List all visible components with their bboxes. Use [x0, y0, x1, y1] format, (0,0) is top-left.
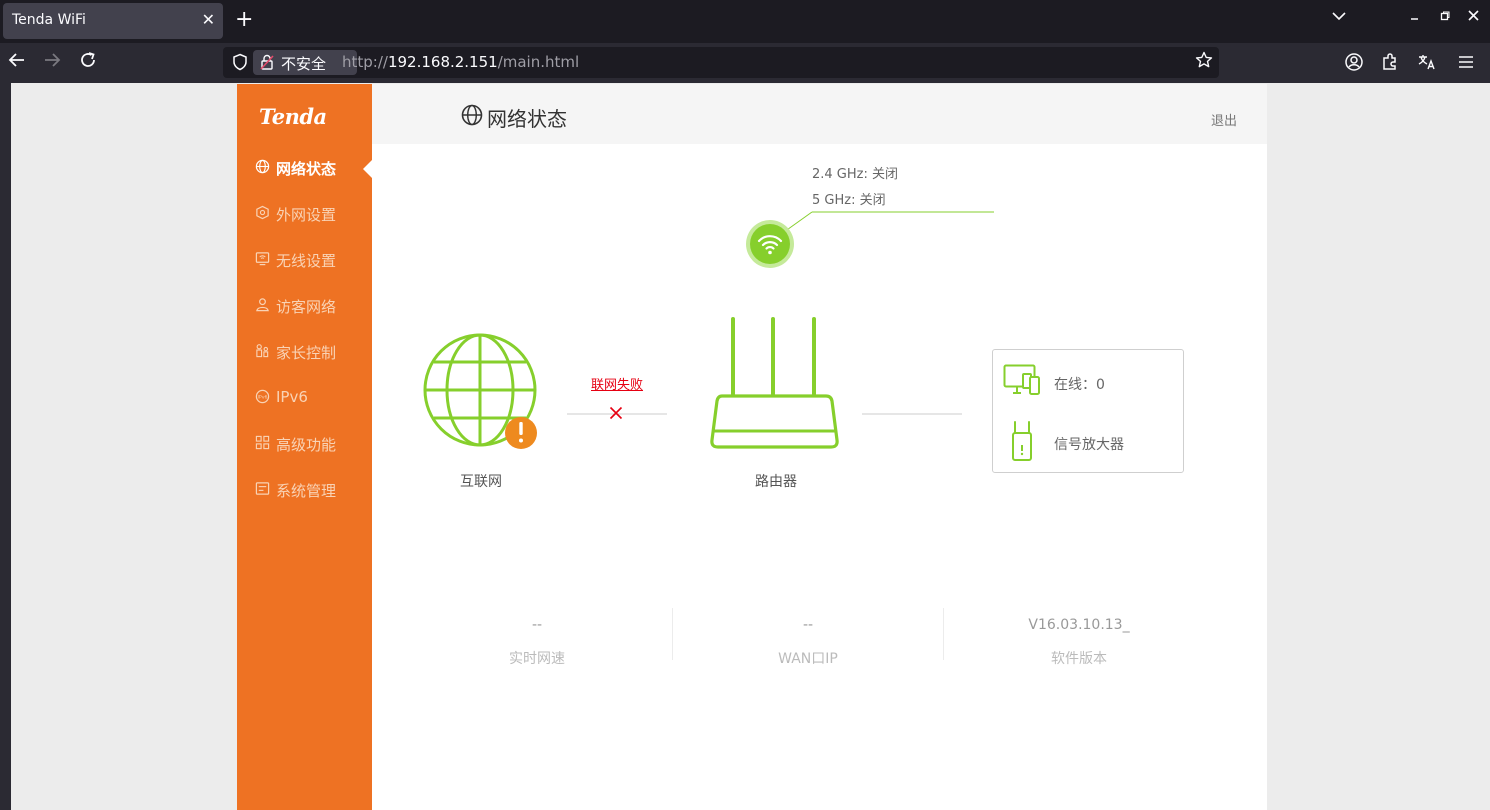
- sidebar-item-label: 网络状态: [276, 160, 337, 178]
- disconnected-x-icon: [609, 406, 623, 420]
- browser-nav-bar: 不安全 http://192.168.2.151/main.html: [0, 43, 1490, 83]
- parent-icon: [256, 344, 269, 358]
- tab-title: Tenda WiFi: [12, 12, 86, 28]
- tenda-logo: Tenda: [259, 104, 327, 129]
- realtime-speed-label: 实时网速: [509, 651, 565, 667]
- translate-icon[interactable]: [1416, 52, 1438, 74]
- devices-icon: [1003, 364, 1040, 395]
- sidebar-item-label: IPv6: [276, 388, 308, 406]
- repeater-icon: [1012, 421, 1032, 461]
- extensions-icon[interactable]: [1379, 52, 1401, 74]
- star-icon[interactable]: [1195, 51, 1213, 73]
- grid-icon: [255, 435, 270, 450]
- sidebar-item-label: 外网设置: [276, 206, 337, 224]
- close-tab-icon[interactable]: ✕: [202, 10, 215, 29]
- lock-icon: [260, 54, 274, 70]
- browser-tab-bar: Tenda WiFi ✕ +: [0, 0, 1490, 43]
- firmware-version-label: 软件版本: [1051, 651, 1107, 667]
- account-icon[interactable]: [1343, 52, 1365, 74]
- forward-icon[interactable]: [43, 51, 61, 75]
- sidebar-item-network-status[interactable]: 网络状态: [255, 156, 372, 180]
- router-icon: [710, 317, 839, 449]
- sidebar-item-label: 高级功能: [276, 436, 337, 454]
- sidebar-item-label: 系统管理: [276, 482, 337, 500]
- sidebar-item-label: 无线设置: [276, 252, 337, 270]
- globe-icon: [255, 159, 270, 174]
- wan-ip-label: WAN口IP: [778, 651, 838, 667]
- restore-window-icon[interactable]: [1440, 10, 1450, 25]
- sidebar-item-wan-settings[interactable]: 外网设置: [255, 202, 372, 226]
- guest-icon: [256, 298, 269, 312]
- tab-list-chevron-icon[interactable]: [1332, 10, 1346, 25]
- page-edge: [0, 83, 11, 810]
- realtime-speed-value: --: [531, 617, 543, 633]
- sidebar: Tenda 网络状态 外网设置 无线设置 访客网络 家长控制 IPv6 IPv6…: [237, 84, 372, 810]
- repeater-label: 信号放大器: [1054, 437, 1124, 453]
- browser-tab[interactable]: Tenda WiFi ✕: [3, 3, 223, 39]
- menu-icon[interactable]: [1455, 52, 1477, 74]
- sidebar-item-system[interactable]: 系统管理: [255, 478, 372, 502]
- internet-label: 互联网: [460, 474, 502, 490]
- sidebar-item-parental-control[interactable]: 家长控制: [255, 340, 372, 364]
- connected-devices-panel[interactable]: 在线：0 信号放大器: [992, 349, 1184, 473]
- hex-icon: [256, 205, 269, 220]
- main-content: 网络状态 退出 2.4 GHz: 关闭 5 GHz: 关闭 互联网 联网失败 路…: [372, 84, 1267, 810]
- online-count: 在线：0: [1054, 377, 1105, 393]
- sidebar-item-label: 家长控制: [276, 344, 337, 362]
- security-label: 不安全: [281, 55, 327, 73]
- connection-failed-link[interactable]: 联网失败: [591, 374, 643, 393]
- sidebar-item-label: 访客网络: [276, 298, 337, 316]
- sidebar-item-wireless-settings[interactable]: 无线设置: [255, 248, 372, 272]
- url-prefix: http://: [342, 53, 388, 71]
- right-gutter: [1267, 84, 1490, 810]
- router-label: 路由器: [755, 474, 797, 490]
- url-host: 192.168.2.151: [387, 53, 498, 71]
- system-icon: [255, 482, 270, 495]
- wifi-box-icon: [255, 252, 270, 266]
- url-path: /main.html: [497, 53, 580, 71]
- wifi-icon[interactable]: [745, 219, 795, 269]
- close-window-icon[interactable]: [1468, 10, 1479, 25]
- wan-ip-value: --: [802, 617, 814, 633]
- sidebar-item-guest-network[interactable]: 访客网络: [255, 294, 372, 318]
- url-bar[interactable]: 不安全 http://192.168.2.151/main.html: [223, 47, 1219, 78]
- ipv6-icon: IPv6: [255, 389, 270, 404]
- sidebar-item-ipv6[interactable]: IPv6 IPv6: [255, 386, 372, 410]
- new-tab-button[interactable]: +: [235, 8, 253, 32]
- reload-icon[interactable]: [79, 51, 97, 75]
- minimize-window-icon[interactable]: [1410, 10, 1420, 25]
- url-text[interactable]: http://192.168.2.151/main.html: [342, 53, 579, 71]
- firmware-version-value: V16.03.10.13_: [1028, 617, 1130, 633]
- sidebar-item-advanced[interactable]: 高级功能: [255, 432, 372, 456]
- svg-text:IPv6: IPv6: [258, 394, 268, 400]
- internet-globe-icon: [423, 333, 537, 449]
- back-icon[interactable]: [8, 51, 26, 75]
- shield-icon[interactable]: [231, 53, 249, 71]
